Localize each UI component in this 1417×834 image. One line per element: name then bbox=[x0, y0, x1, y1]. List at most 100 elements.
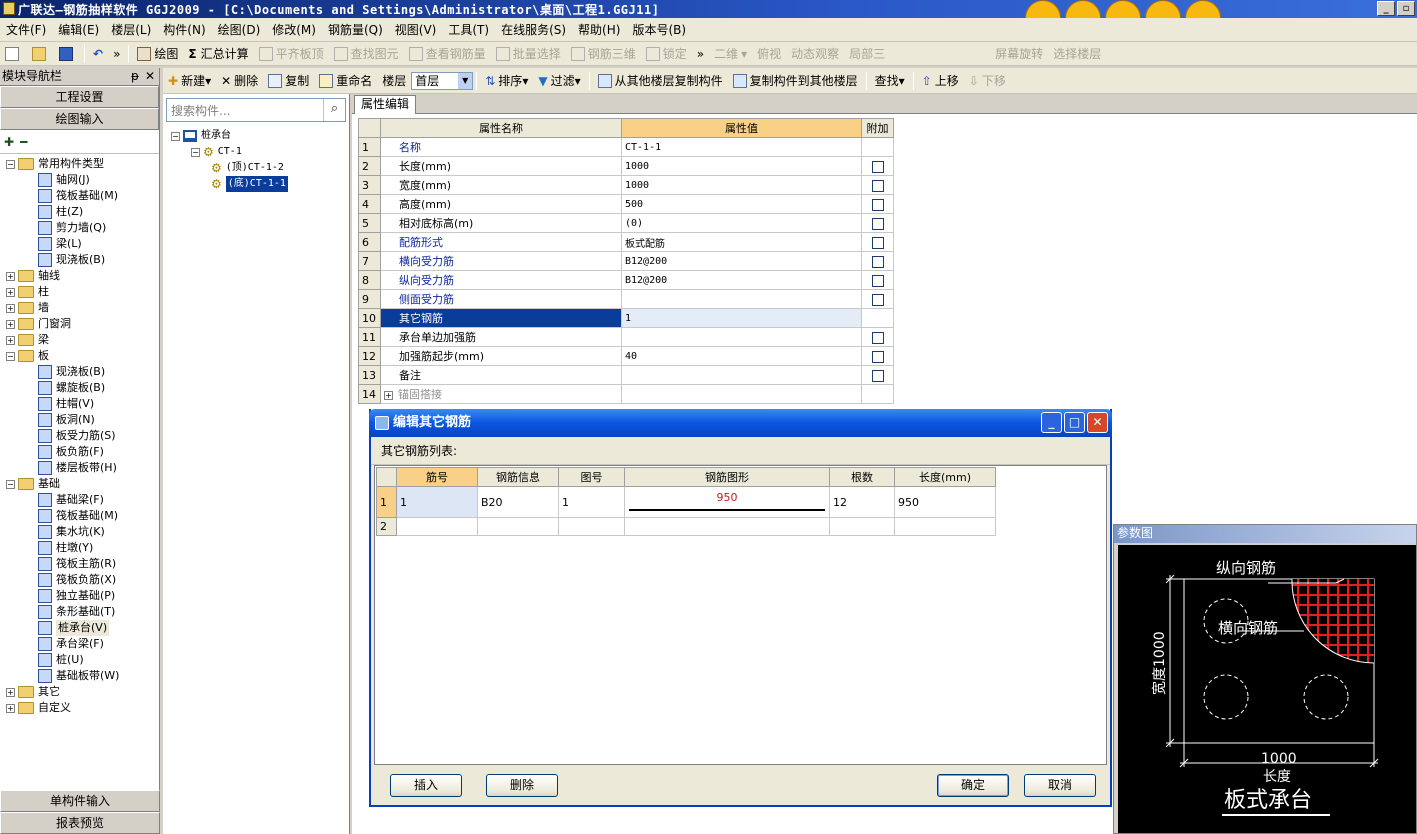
property-row[interactable]: 13 备注 bbox=[358, 365, 894, 385]
nav-tree-item[interactable]: 筏板负筋(X) bbox=[38, 572, 116, 588]
property-value[interactable]: 1000 bbox=[621, 175, 862, 195]
restore-button[interactable]: ▫ bbox=[1397, 1, 1415, 16]
find-element-button[interactable]: 查找图元 bbox=[329, 43, 404, 65]
property-value[interactable]: 板式配筋 bbox=[621, 232, 862, 252]
single-input-button[interactable]: 单构件输入 bbox=[0, 790, 160, 812]
toolbar-overflow-2[interactable]: » bbox=[692, 43, 709, 65]
cell-length[interactable]: 950 bbox=[894, 486, 996, 518]
menu-rebar-qty[interactable]: 钢筋量(Q) bbox=[322, 21, 389, 38]
open-button[interactable] bbox=[27, 43, 54, 65]
copy-to-floor-button[interactable]: 复制构件到其他楼层 bbox=[728, 70, 863, 92]
property-value[interactable] bbox=[621, 365, 862, 385]
extra-checkbox[interactable] bbox=[871, 274, 884, 287]
floor-select[interactable]: 首层 ▼ bbox=[411, 71, 474, 90]
report-preview-button[interactable]: 报表预览 bbox=[0, 812, 160, 834]
component-tree-item[interactable]: ⚙ (底)CT-1-1 bbox=[211, 176, 288, 192]
rename-button[interactable]: 重命名 bbox=[314, 70, 377, 92]
cell-fig-no[interactable] bbox=[558, 517, 625, 536]
nav-tree-item[interactable]: 基础梁(F) bbox=[38, 492, 104, 508]
expand-icon[interactable]: + bbox=[6, 335, 15, 345]
nav-tree-item[interactable]: 基础板带(W) bbox=[38, 668, 119, 684]
save-button[interactable] bbox=[54, 43, 81, 65]
menu-component[interactable]: 构件(N) bbox=[157, 21, 211, 38]
cell-rebar-shape[interactable] bbox=[624, 517, 830, 536]
nav-tree-item[interactable]: 独立基础(P) bbox=[38, 588, 115, 604]
nav-tree-item[interactable]: 剪力墙(Q) bbox=[38, 220, 106, 236]
batch-select-button[interactable]: 批量选择 bbox=[491, 43, 566, 65]
nav-tree-item[interactable]: − 基础 bbox=[6, 476, 60, 492]
property-row[interactable]: 4 高度(mm) 500 bbox=[358, 194, 894, 214]
expand-icon[interactable]: + bbox=[6, 319, 15, 329]
expand-icon[interactable]: + bbox=[384, 391, 393, 400]
nav-tree-item[interactable]: 板洞(N) bbox=[38, 412, 95, 428]
move-down-button[interactable]: ⇩ 下移 bbox=[964, 70, 1011, 92]
new-component-button[interactable]: ✚ 新建 ▾ bbox=[163, 70, 216, 92]
search-icon[interactable]: ⌕ bbox=[323, 99, 345, 121]
dynamic-view-button[interactable]: 动态观察 bbox=[786, 43, 844, 65]
nav-tree-item[interactable]: 筏板基础(M) bbox=[38, 508, 118, 524]
extra-checkbox[interactable] bbox=[871, 198, 884, 211]
component-tree-item[interactable]: − ⚙ CT-1 bbox=[191, 144, 242, 160]
property-row[interactable]: 8 纵向受力筋 B12@200 bbox=[358, 270, 894, 290]
property-row[interactable]: 1 名称 CT-1-1 bbox=[358, 137, 894, 157]
property-row[interactable]: 5 相对底标高(m) (0) bbox=[358, 213, 894, 233]
cell-bar-no[interactable]: 1 bbox=[396, 486, 478, 518]
property-row[interactable]: 12 加强筋起步(mm) 40 bbox=[358, 346, 894, 366]
dialog-close-button[interactable]: ✕ bbox=[1087, 412, 1108, 433]
rebar-3d-button[interactable]: 钢筋三维 bbox=[566, 43, 641, 65]
menu-online[interactable]: 在线服务(S) bbox=[495, 21, 572, 38]
nav-tree-item[interactable]: + 门窗洞 bbox=[6, 316, 71, 332]
collapse-icon[interactable]: − bbox=[6, 159, 15, 169]
ok-button[interactable]: 确定 bbox=[937, 774, 1009, 797]
dialog-minimize-button[interactable]: _ bbox=[1041, 412, 1062, 433]
component-tree-item[interactable]: − 桩承台 bbox=[171, 128, 231, 144]
collapse-icon[interactable]: − bbox=[171, 131, 180, 141]
nav-tree-item[interactable]: + 轴线 bbox=[6, 268, 60, 284]
cell-rebar-shape[interactable]: 950 bbox=[624, 486, 830, 518]
nav-tree-item[interactable]: 筏板基础(M) bbox=[38, 188, 118, 204]
shape-length-label[interactable]: 950 bbox=[625, 491, 829, 504]
menu-edit[interactable]: 编辑(E) bbox=[52, 21, 105, 38]
expand-icon[interactable]: + bbox=[6, 303, 15, 313]
new-file-button[interactable] bbox=[0, 43, 27, 65]
property-row[interactable]: 7 横向受力筋 B12@200 bbox=[358, 251, 894, 271]
nav-tree-item[interactable]: 现浇板(B) bbox=[38, 252, 105, 268]
nav-tree-item[interactable]: 筏板主筋(R) bbox=[38, 556, 116, 572]
nav-tree-item[interactable]: + 墙 bbox=[6, 300, 49, 316]
nav-tree-item[interactable]: 柱(Z) bbox=[38, 204, 83, 220]
cell-rebar-info[interactable]: B20 bbox=[477, 486, 559, 518]
cell-length[interactable] bbox=[894, 517, 996, 536]
menu-floor[interactable]: 楼层(L) bbox=[105, 21, 157, 38]
pin-icon[interactable]: ᵽ bbox=[131, 68, 139, 85]
find-button[interactable]: 查找 ▾ bbox=[870, 70, 910, 92]
table-row[interactable]: 2 bbox=[376, 517, 996, 536]
extra-checkbox[interactable] bbox=[871, 331, 884, 344]
nav-tree-item[interactable]: + 柱 bbox=[6, 284, 49, 300]
extra-checkbox[interactable] bbox=[871, 255, 884, 268]
nav-tree-item[interactable]: 承台梁(F) bbox=[38, 636, 104, 652]
property-row[interactable]: 2 长度(mm) 1000 bbox=[358, 156, 894, 176]
search-box[interactable]: 搜索构件... ⌕ bbox=[166, 98, 346, 122]
draw-button[interactable]: 绘图 bbox=[132, 43, 183, 65]
extra-checkbox[interactable] bbox=[871, 350, 884, 363]
nav-tree-item[interactable]: + 梁 bbox=[6, 332, 49, 348]
nav-tree-item[interactable]: + 自定义 bbox=[6, 700, 71, 716]
nav-tree-item[interactable]: 条形基础(T) bbox=[38, 604, 115, 620]
extra-checkbox[interactable] bbox=[871, 179, 884, 192]
toolbar-overflow[interactable]: » bbox=[108, 43, 125, 65]
nav-tree-item[interactable]: 板受力筋(S) bbox=[38, 428, 116, 444]
extra-checkbox[interactable] bbox=[871, 160, 884, 173]
property-value[interactable]: 40 bbox=[621, 346, 862, 366]
extra-checkbox[interactable] bbox=[871, 369, 884, 382]
nav-tree-item[interactable]: 柱墩(Y) bbox=[38, 540, 93, 556]
property-row[interactable]: 6 配筋形式 板式配筋 bbox=[358, 232, 894, 252]
expand-icon[interactable]: + bbox=[6, 287, 15, 297]
table-row[interactable]: 1 1 B20 1 950 12 950 bbox=[376, 486, 996, 518]
tab-property-edit[interactable]: 属性编辑 bbox=[354, 95, 417, 114]
extra-checkbox[interactable] bbox=[871, 217, 884, 230]
menu-file[interactable]: 文件(F) bbox=[0, 21, 52, 38]
property-value[interactable]: B12@200 bbox=[621, 270, 862, 290]
menu-view[interactable]: 视图(V) bbox=[389, 21, 443, 38]
copy-from-floor-button[interactable]: 从其他楼层复制构件 bbox=[593, 70, 728, 92]
minimize-button[interactable]: _ bbox=[1377, 1, 1395, 16]
